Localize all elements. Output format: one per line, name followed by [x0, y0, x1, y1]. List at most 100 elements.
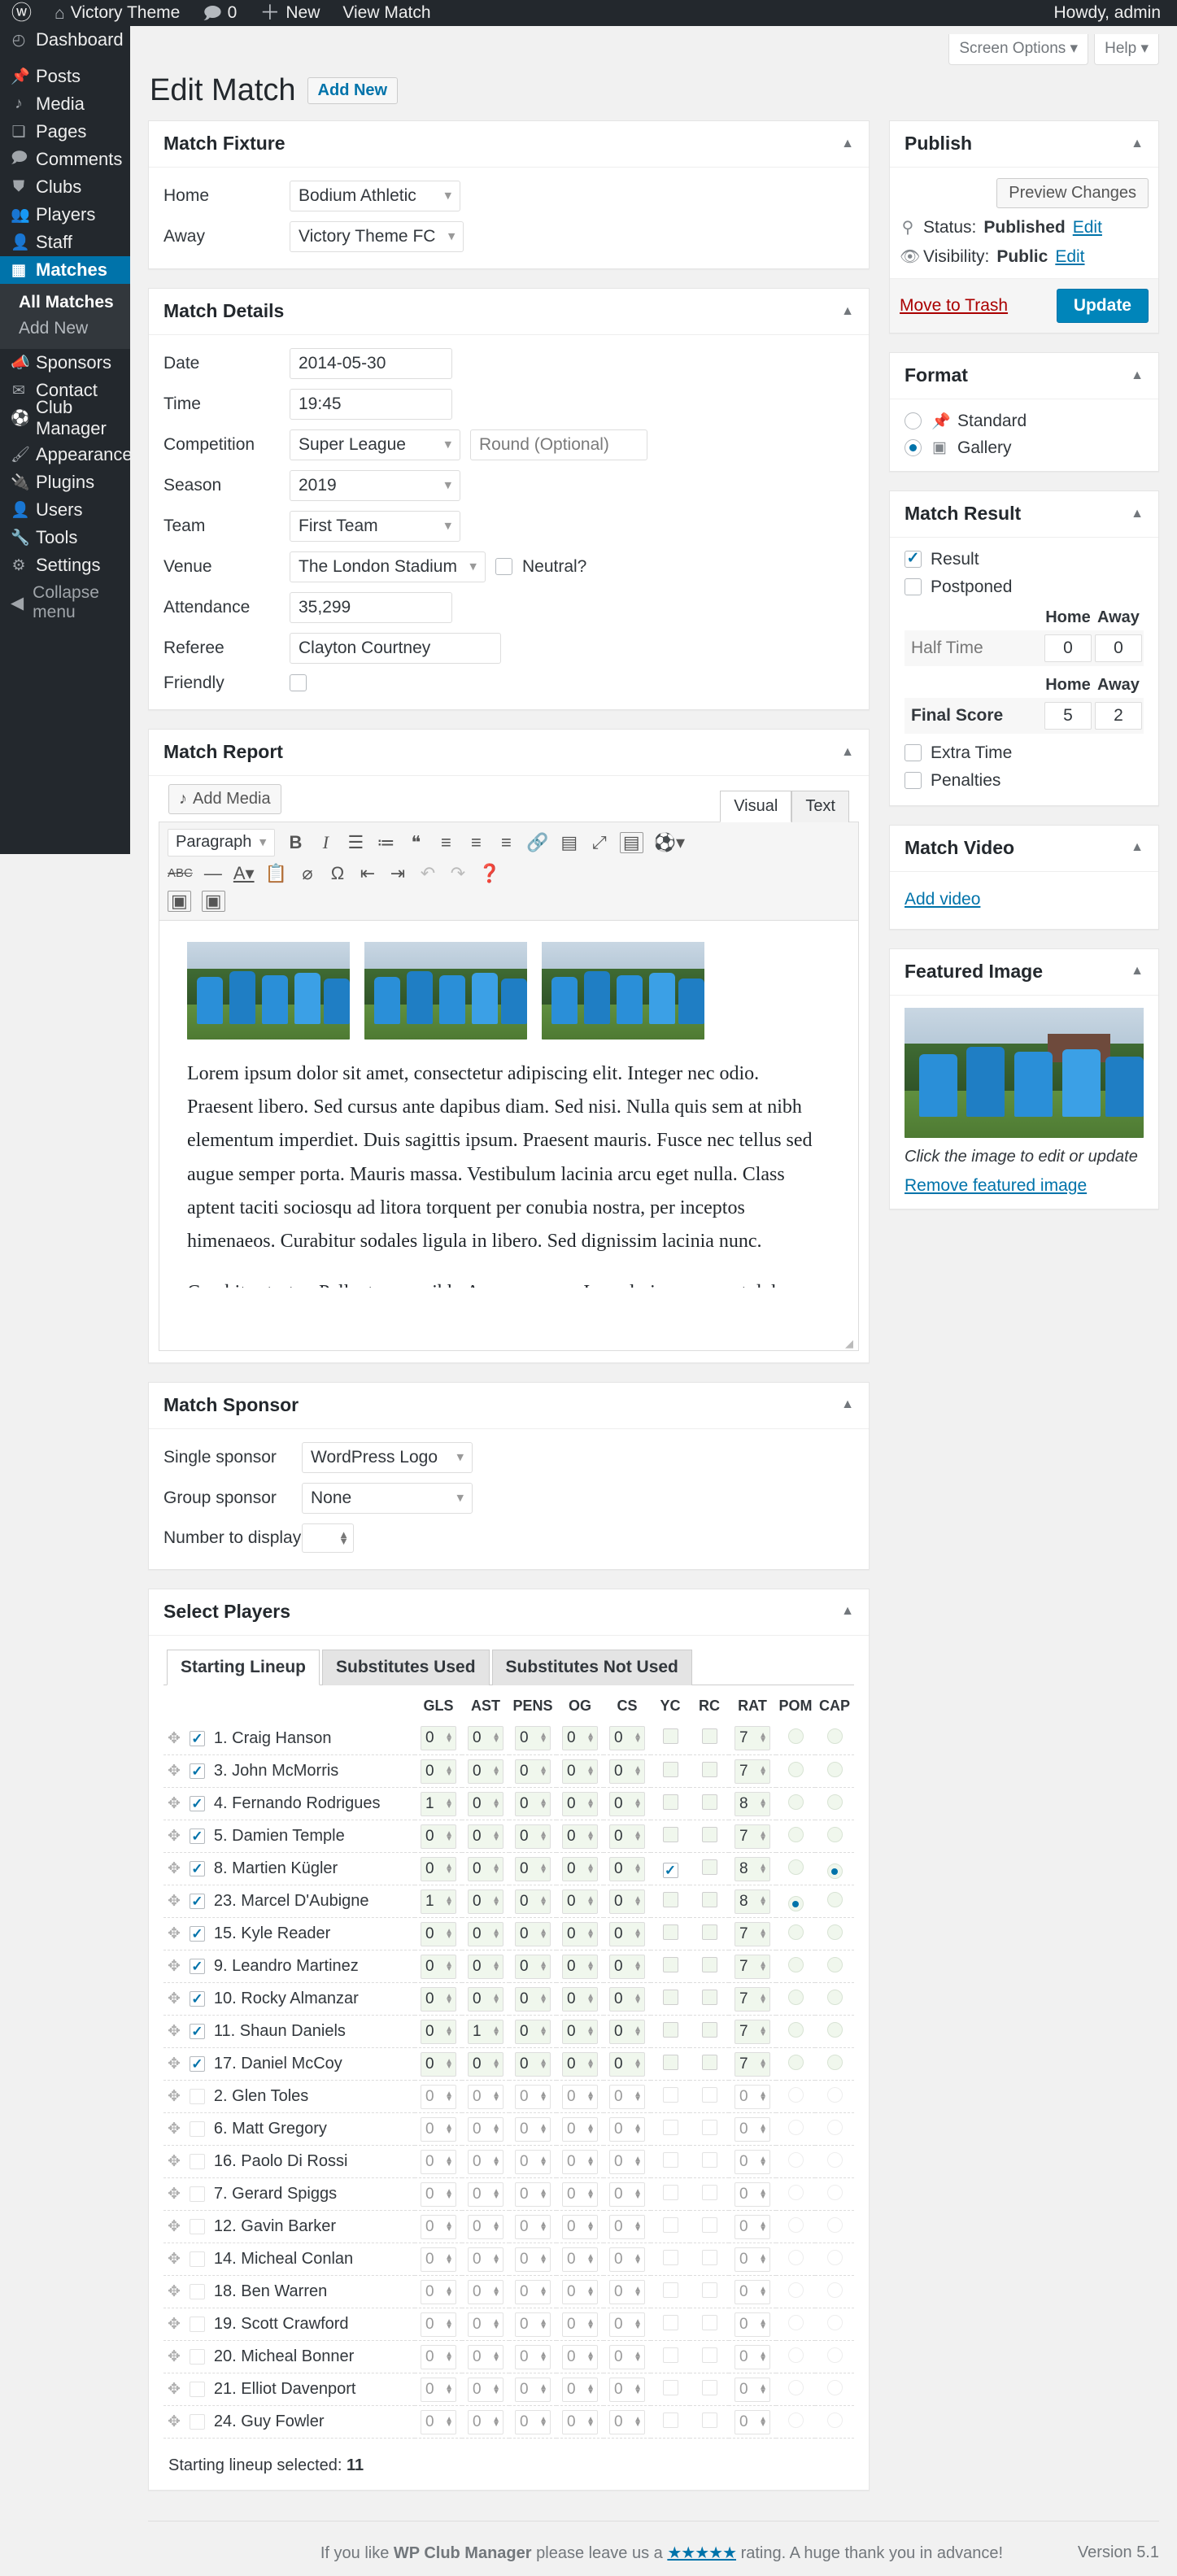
spinner-icon[interactable]: ▲▼	[759, 2417, 767, 2427]
featured-image-thumbnail[interactable]	[905, 1008, 1144, 1138]
spinner-icon[interactable]: ▲▼	[586, 1799, 595, 1809]
spinner-icon[interactable]: ▲▼	[634, 2092, 642, 2102]
spinner-icon[interactable]: ▲▼	[634, 2157, 642, 2167]
ast-stepper[interactable]: 0▲▼	[468, 2247, 503, 2272]
player-select-checkbox[interactable]	[190, 1926, 205, 1942]
rc-checkbox[interactable]	[702, 2250, 717, 2265]
drag-handle-icon[interactable]: ✥	[168, 2120, 181, 2138]
pom-radio[interactable]	[788, 2022, 804, 2038]
spinner-icon[interactable]: ▲▼	[586, 1767, 595, 1776]
pom-radio[interactable]	[788, 2055, 804, 2070]
match-details-header[interactable]: Match Details ▲	[149, 289, 869, 335]
rc-checkbox[interactable]	[702, 2022, 717, 2038]
gls-stepper[interactable]: 0▲▼	[421, 2150, 456, 2174]
pens-stepper[interactable]: 0▲▼	[515, 2117, 551, 2142]
cap-radio[interactable]	[827, 2380, 843, 2395]
chevron-up-icon[interactable]: ▲	[1131, 963, 1144, 980]
spinner-icon[interactable]: ▲▼	[539, 2092, 547, 2102]
ast-stepper[interactable]: 0▲▼	[468, 1987, 503, 2012]
align-right-icon[interactable]: ≡	[496, 832, 516, 853]
spinner-icon[interactable]: ▲▼	[445, 1864, 453, 1874]
player-select-checkbox[interactable]	[190, 2349, 205, 2365]
cap-radio[interactable]	[827, 2120, 843, 2135]
pens-stepper[interactable]: 0▲▼	[515, 1922, 551, 1946]
og-stepper[interactable]: 0▲▼	[562, 1792, 598, 1816]
yc-checkbox[interactable]	[663, 1924, 678, 1940]
round-input[interactable]	[470, 429, 647, 460]
og-stepper[interactable]: 0▲▼	[562, 1726, 598, 1750]
spinner-icon[interactable]: ▲▼	[586, 2059, 595, 2069]
spinner-icon[interactable]: ▲▼	[539, 2222, 547, 2232]
match-sponsor-header[interactable]: Match Sponsor ▲	[149, 1383, 869, 1429]
cap-radio[interactable]	[827, 1762, 843, 1777]
yc-checkbox[interactable]	[663, 2022, 678, 2038]
gls-stepper[interactable]: 0▲▼	[421, 2378, 456, 2402]
chevron-up-icon[interactable]: ▲	[1131, 839, 1144, 856]
sidebar-item-dashboard[interactable]: ◴ Dashboard	[0, 26, 130, 54]
og-stepper[interactable]: 0▲▼	[562, 2312, 598, 2337]
align-center-icon[interactable]: ≡	[466, 832, 486, 853]
spinner-icon[interactable]: ▲▼	[445, 1832, 453, 1842]
rat-stepper[interactable]: 0▲▼	[735, 2378, 770, 2402]
pens-stepper[interactable]: 0▲▼	[515, 2150, 551, 2174]
pens-stepper[interactable]: 0▲▼	[515, 2020, 551, 2044]
ast-stepper[interactable]: 0▲▼	[468, 1857, 503, 1881]
sidebar-item-pages[interactable]: ❏ Pages	[0, 118, 130, 146]
cs-stepper[interactable]: 0▲▼	[609, 2052, 645, 2077]
time-input[interactable]	[290, 389, 452, 420]
spinner-icon[interactable]: ▲▼	[759, 1767, 767, 1776]
cs-stepper[interactable]: 0▲▼	[609, 2020, 645, 2044]
pom-radio[interactable]	[788, 1794, 804, 1810]
indent-icon[interactable]: ⇥	[388, 863, 408, 884]
site-name-menu[interactable]: ⌂ Victory Theme	[43, 0, 191, 26]
competition-select[interactable]: Super League	[290, 429, 460, 460]
rat-stepper[interactable]: 7▲▼	[735, 1726, 770, 1750]
cs-stepper[interactable]: 0▲▼	[609, 1759, 645, 1784]
spinner-icon[interactable]: ▲▼	[539, 2287, 547, 2297]
comments-menu[interactable]: 🗩 0	[191, 0, 248, 26]
rc-checkbox[interactable]	[702, 1728, 717, 1744]
sidebar-item-settings[interactable]: ⚙ Settings	[0, 551, 130, 579]
tab-substitutes-not-used[interactable]: Substitutes Not Used	[492, 1650, 692, 1685]
ast-stepper[interactable]: 0▲▼	[468, 2312, 503, 2337]
rat-stepper[interactable]: 8▲▼	[735, 1890, 770, 1914]
spinner-icon[interactable]: ▲▼	[492, 2190, 500, 2199]
yc-checkbox[interactable]	[663, 2217, 678, 2233]
penalties-row[interactable]: Penalties	[905, 771, 1144, 791]
og-stepper[interactable]: 0▲▼	[562, 2378, 598, 2402]
rc-checkbox[interactable]	[702, 2413, 717, 2428]
pens-stepper[interactable]: 0▲▼	[515, 1759, 551, 1784]
spinner-icon[interactable]: ▲▼	[634, 2417, 642, 2427]
insert-shortcode-icon[interactable]: ▣	[168, 891, 191, 912]
spinner-icon[interactable]: ▲▼	[539, 2059, 547, 2069]
chevron-up-icon[interactable]: ▲	[841, 1603, 854, 1620]
chevron-up-icon[interactable]: ▲	[841, 303, 854, 320]
drag-handle-icon[interactable]: ✥	[168, 2347, 181, 2366]
half-time-home-input[interactable]: 0	[1044, 634, 1092, 662]
spinner-icon[interactable]: ▲▼	[634, 1864, 642, 1874]
cap-radio[interactable]	[827, 1827, 843, 1842]
spinner-icon[interactable]: ▲▼	[492, 1962, 500, 1972]
yc-checkbox[interactable]	[663, 2055, 678, 2070]
spinner-icon[interactable]: ▲▼	[759, 2125, 767, 2134]
spinner-icon[interactable]: ▲▼	[539, 1832, 547, 1842]
og-stepper[interactable]: 0▲▼	[562, 2117, 598, 2142]
date-input[interactable]	[290, 348, 452, 379]
help-button[interactable]: Help ▾	[1094, 34, 1159, 65]
spinner-icon[interactable]: ▲▼	[586, 1897, 595, 1907]
spinner-icon[interactable]: ▲▼	[445, 2417, 453, 2427]
ast-stepper[interactable]: 0▲▼	[468, 1890, 503, 1914]
player-select-checkbox[interactable]	[190, 1991, 205, 2007]
bold-icon[interactable]: B	[286, 832, 305, 853]
spinner-icon[interactable]: ▲▼	[634, 2287, 642, 2297]
yc-checkbox[interactable]	[663, 1892, 678, 1907]
spinner-icon[interactable]: ▲▼	[634, 1832, 642, 1842]
spinner-icon[interactable]: ▲▼	[445, 1767, 453, 1776]
og-stepper[interactable]: 0▲▼	[562, 2150, 598, 2174]
spinner-icon[interactable]: ▲▼	[492, 2059, 500, 2069]
spinner-icon[interactable]: ▲▼	[445, 2059, 453, 2069]
ast-stepper[interactable]: 0▲▼	[468, 2182, 503, 2207]
og-stepper[interactable]: 0▲▼	[562, 2182, 598, 2207]
gls-stepper[interactable]: 0▲▼	[421, 1987, 456, 2012]
editor-content-area[interactable]: Lorem ipsum dolor sit amet, consectetur …	[159, 920, 859, 1351]
